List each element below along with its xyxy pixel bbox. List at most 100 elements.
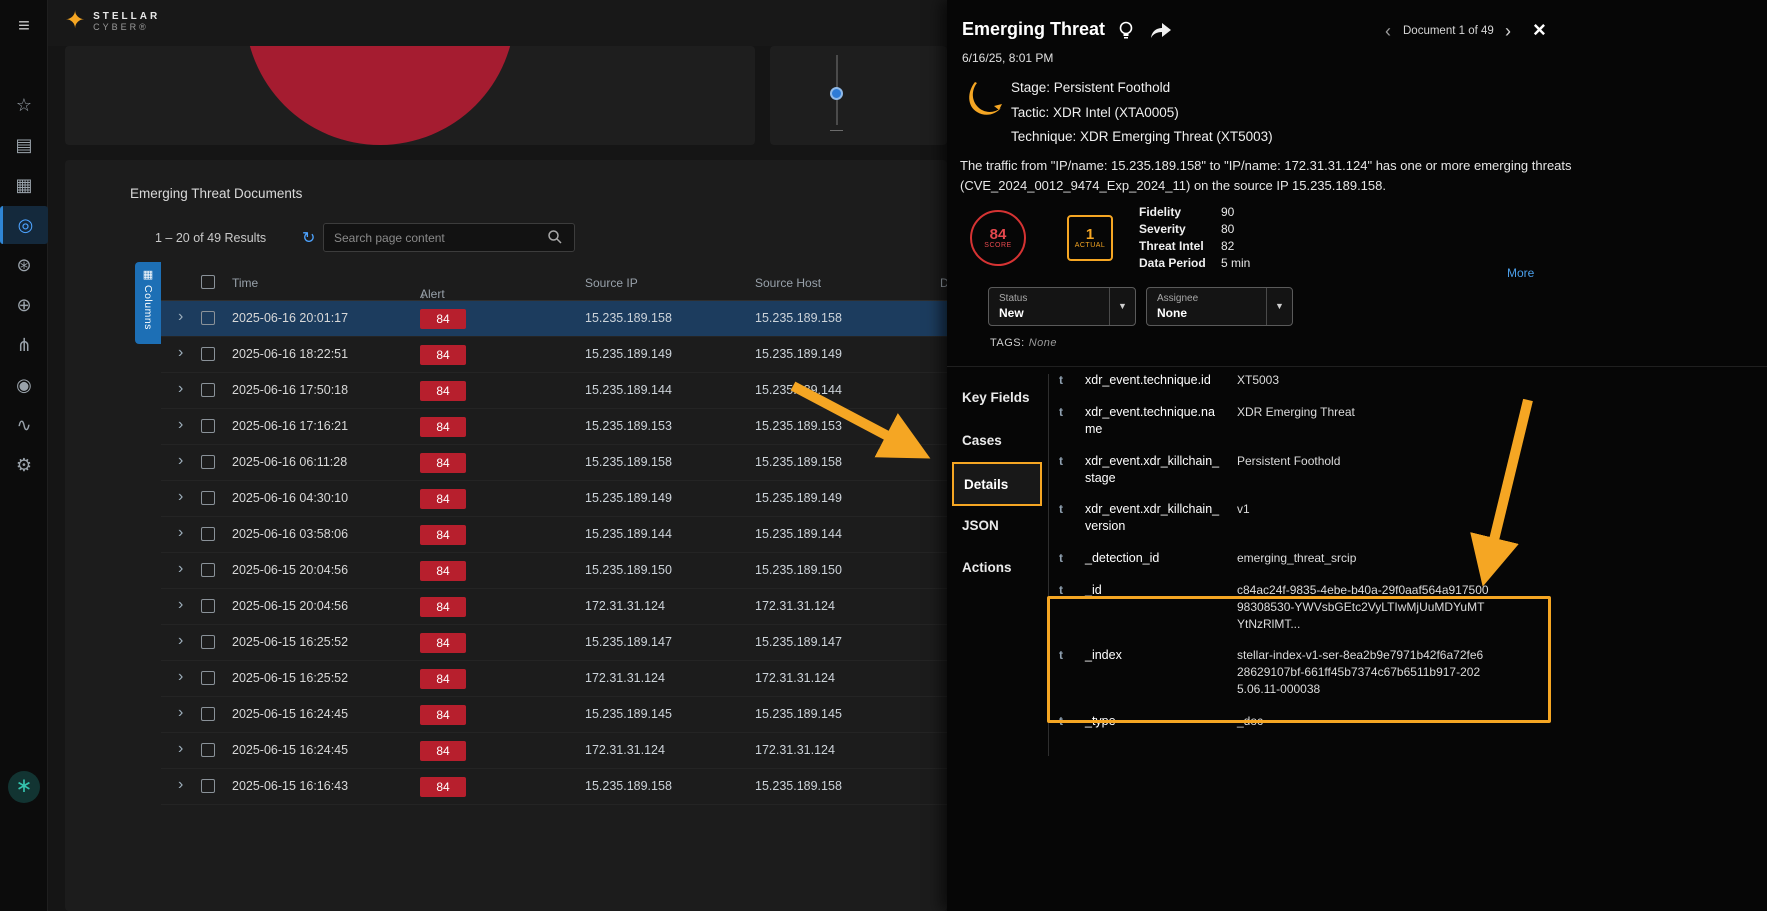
row-checkbox[interactable] <box>201 671 215 685</box>
alert-score-badge: 84 <box>420 777 466 797</box>
prev-document-icon[interactable]: ‹ <box>1385 21 1391 42</box>
row-expand-icon[interactable]: › <box>178 416 183 434</box>
row-expand-icon[interactable]: › <box>178 380 183 398</box>
row-expand-icon[interactable]: › <box>178 776 183 794</box>
search-input[interactable] <box>323 223 575 252</box>
alert-description: The traffic from "IP/name: 15.235.189.15… <box>960 156 1722 196</box>
table-row[interactable]: › 2025-06-15 20:04:56 84 172.31.31.124 1… <box>161 589 947 625</box>
fidelity-label: Fidelity <box>1139 205 1221 219</box>
network-analysis-icon[interactable]: ⋔ <box>0 326 48 364</box>
event-timestamp: 6/16/25, 8:01 PM <box>962 51 1053 65</box>
table-row[interactable]: › 2025-06-16 17:16:21 84 15.235.189.153 … <box>161 409 947 445</box>
row-checkbox[interactable] <box>201 383 215 397</box>
select-all-checkbox[interactable] <box>201 275 215 289</box>
dashboards-icon[interactable]: ▤ <box>0 126 48 164</box>
table-row[interactable]: › 2025-06-15 16:25:52 84 172.31.31.124 1… <box>161 661 947 697</box>
close-panel-icon[interactable]: × <box>1533 17 1546 43</box>
row-checkbox[interactable] <box>201 743 215 757</box>
row-checkbox[interactable] <box>201 419 215 433</box>
row-checkbox[interactable] <box>201 563 215 577</box>
field-key: _id <box>1085 582 1225 599</box>
tab-cases[interactable]: Cases <box>962 433 1002 448</box>
row-expand-icon[interactable]: › <box>178 668 183 686</box>
slider-min-label: — <box>830 122 843 137</box>
tab-json[interactable]: JSON <box>962 518 999 533</box>
table-row[interactable]: › 2025-06-16 03:58:06 84 15.235.189.144 … <box>161 517 947 553</box>
incidents-icon[interactable]: ⊕ <box>0 286 48 324</box>
row-checkbox[interactable] <box>201 491 215 505</box>
row-expand-icon[interactable]: › <box>178 344 183 362</box>
fidelity-value: 90 <box>1221 205 1250 219</box>
more-link[interactable]: More <box>1507 266 1534 280</box>
field-row: t xdr_event.technique.id XT5003 <box>1059 372 1559 389</box>
tab-details[interactable]: Details <box>952 462 1042 506</box>
cell-source-host: 15.235.189.144 <box>755 527 842 541</box>
threat-hunting-icon[interactable]: ⊛ <box>0 246 48 284</box>
settings-gear-icon[interactable]: ⚙ <box>0 446 48 484</box>
col-header-source-host[interactable]: Source Host <box>755 276 821 290</box>
cell-source-ip: 15.235.189.144 <box>585 383 672 397</box>
table-row[interactable]: › 2025-06-16 06:11:28 84 15.235.189.158 … <box>161 445 947 481</box>
row-checkbox[interactable] <box>201 527 215 541</box>
table-row[interactable]: › 2025-06-15 16:25:52 84 15.235.189.147 … <box>161 625 947 661</box>
cell-source-ip: 15.235.189.144 <box>585 527 672 541</box>
tags-value: None <box>1029 337 1057 349</box>
row-checkbox[interactable] <box>201 347 215 361</box>
row-expand-icon[interactable]: › <box>178 308 183 326</box>
assignee-dropdown[interactable]: Assignee None ▼ <box>1146 287 1293 326</box>
reports-icon[interactable]: ∿ <box>0 406 48 444</box>
assistant-icon[interactable]: ∗ <box>8 771 40 803</box>
table-row[interactable]: › 2025-06-16 18:22:51 84 15.235.189.149 … <box>161 337 947 373</box>
hamburger-menu-icon[interactable]: ≡ <box>0 10 48 42</box>
field-row: t _detection_id emerging_threat_srcip <box>1059 550 1559 567</box>
row-expand-icon[interactable]: › <box>178 740 183 758</box>
row-expand-icon[interactable]: › <box>178 704 183 722</box>
table-row[interactable]: › 2025-06-15 16:24:45 84 15.235.189.145 … <box>161 697 947 733</box>
cell-source-host: 15.235.189.145 <box>755 707 842 721</box>
vertical-slider-knob[interactable] <box>830 87 843 100</box>
row-expand-icon[interactable]: › <box>178 560 183 578</box>
table-row[interactable]: › 2025-06-16 04:30:10 84 15.235.189.149 … <box>161 481 947 517</box>
col-header-source-ip[interactable]: Source IP <box>585 276 638 290</box>
tab-actions[interactable]: Actions <box>962 560 1012 575</box>
field-key: _index <box>1085 647 1225 664</box>
columns-button[interactable]: ▦ Columns <box>135 262 161 344</box>
row-expand-icon[interactable]: › <box>178 488 183 506</box>
table-row[interactable]: › 2025-06-15 20:04:56 84 15.235.189.150 … <box>161 553 947 589</box>
assignee-dropdown-label: Assignee <box>1157 293 1198 304</box>
row-checkbox[interactable] <box>201 599 215 613</box>
cell-time: 2025-06-15 16:25:52 <box>232 635 348 649</box>
lightbulb-icon[interactable] <box>1117 21 1135 41</box>
tab-key-fields[interactable]: Key Fields <box>962 390 1030 405</box>
table-row[interactable]: › 2025-06-15 16:16:43 84 15.235.189.158 … <box>161 769 947 805</box>
cases-icon[interactable]: ▦ <box>0 166 48 204</box>
cell-source-ip: 15.235.189.153 <box>585 419 672 433</box>
status-dropdown[interactable]: Status New ▼ <box>988 287 1136 326</box>
row-expand-icon[interactable]: › <box>178 632 183 650</box>
refresh-icon[interactable]: ↻ <box>302 228 315 248</box>
row-expand-icon[interactable]: › <box>178 452 183 470</box>
detections-icon[interactable]: ◎ <box>0 206 48 244</box>
table-row[interactable]: › 2025-06-16 17:50:18 84 15.235.189.144 … <box>161 373 947 409</box>
cell-source-ip: 172.31.31.124 <box>585 599 665 613</box>
share-arrow-icon[interactable] <box>1149 22 1173 40</box>
table-row[interactable]: › 2025-06-16 20:01:17 84 15.235.189.158 … <box>161 301 947 337</box>
field-value: Persistent Foothold <box>1237 453 1489 470</box>
row-expand-icon[interactable]: › <box>178 524 183 542</box>
row-checkbox[interactable] <box>201 635 215 649</box>
col-header-partial[interactable]: D <box>940 276 947 290</box>
row-checkbox[interactable] <box>201 707 215 721</box>
next-document-icon[interactable]: › <box>1505 21 1511 42</box>
col-header-time[interactable]: Time <box>232 276 258 290</box>
row-checkbox[interactable] <box>201 311 215 325</box>
field-row-index: t _index stellar-index-v1-ser-8ea2b9e797… <box>1059 647 1559 697</box>
severity-label: Severity <box>1139 222 1221 236</box>
row-checkbox[interactable] <box>201 455 215 469</box>
row-expand-icon[interactable]: › <box>178 596 183 614</box>
favorites-icon[interactable]: ☆ <box>0 86 48 124</box>
row-checkbox[interactable] <box>201 779 215 793</box>
severity-value: 80 <box>1221 222 1250 236</box>
automation-icon[interactable]: ◉ <box>0 366 48 404</box>
table-row[interactable]: › 2025-06-15 16:24:45 84 172.31.31.124 1… <box>161 733 947 769</box>
cell-time: 2025-06-16 18:22:51 <box>232 347 348 361</box>
